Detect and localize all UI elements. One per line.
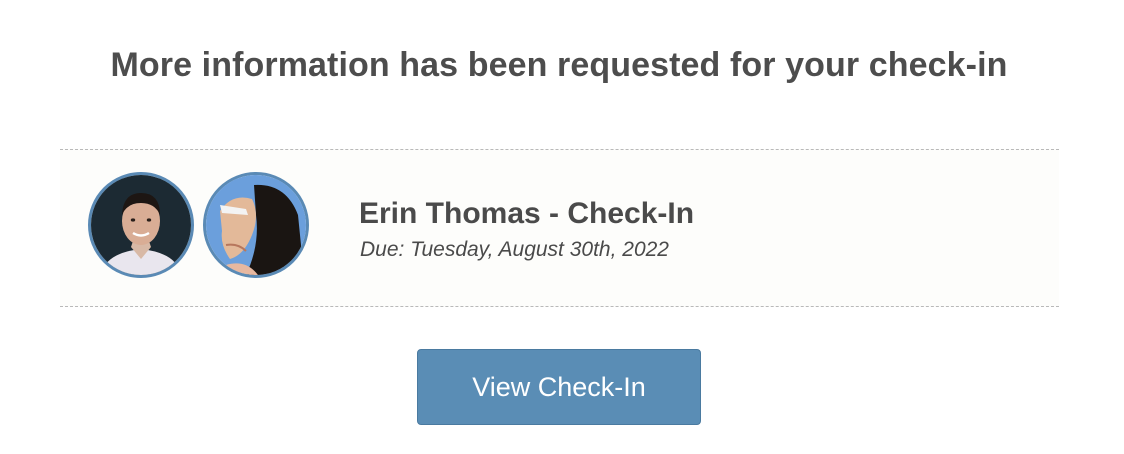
page-title: More information has been requested for … (110, 46, 1008, 84)
checkin-title: Erin Thomas - Check-In (359, 197, 695, 230)
view-checkin-button[interactable]: View Check-In (417, 349, 701, 425)
man-portrait-icon (91, 175, 191, 275)
checkin-card: Erin Thomas - Check-In Due: Tuesday, Aug… (60, 149, 1059, 307)
avatar (203, 172, 309, 278)
checkin-due-date: Due: Tuesday, August 30th, 2022 (360, 238, 669, 261)
woman-portrait-icon (206, 175, 306, 275)
avatar (88, 172, 194, 278)
